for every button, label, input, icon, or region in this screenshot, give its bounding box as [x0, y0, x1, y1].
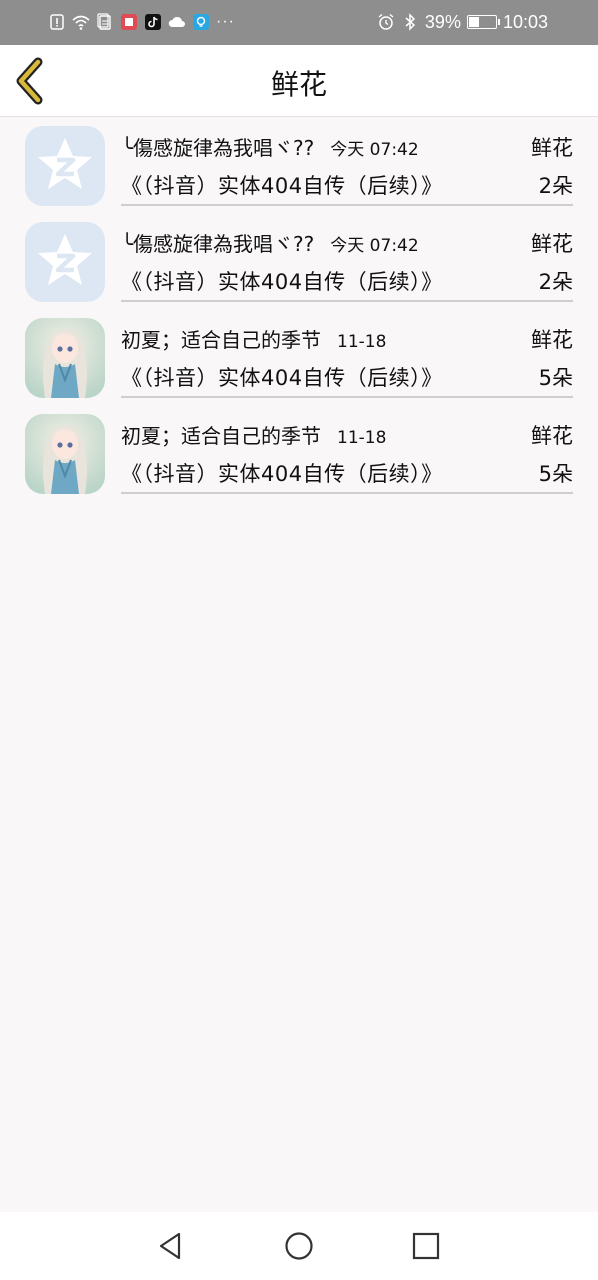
- work-title: 《（抖音）实体404自传（后续）》: [121, 462, 443, 486]
- record-time: 11-18: [337, 428, 387, 448]
- list-item[interactable]: 初夏；适合自己的季节 11-18 鲜花《（抖音）实体404自传（后续）》 5朵: [0, 406, 598, 502]
- app-header: 鲜花: [0, 45, 598, 117]
- sender-name: ╰傷感旋律為我唱ヾ??: [121, 232, 315, 256]
- alert-icon: [48, 13, 66, 31]
- record-header: ╰傷感旋律為我唱ヾ?? 今天 07:42 鲜花: [121, 132, 573, 162]
- record-header: 初夏；适合自己的季节 11-18 鲜花: [121, 420, 573, 450]
- document-icon: [96, 13, 114, 31]
- book-app-icon: [120, 13, 138, 31]
- sender-name: 初夏；适合自己的季节: [121, 328, 321, 352]
- list-item[interactable]: ╰傷感旋律為我唱ヾ?? 今天 07:42 鲜花《（抖音）实体404自传（后续）》 2朵: [0, 214, 598, 310]
- gift-count: 5朵: [538, 462, 573, 486]
- tiktok-icon: [144, 13, 162, 31]
- system-status: 39% 10:03: [377, 11, 548, 33]
- divider: [121, 204, 573, 206]
- gift-count: 5朵: [538, 366, 573, 390]
- circle-home-icon: [285, 1232, 313, 1260]
- work-title: 《（抖音）实体404自传（后续）》: [121, 174, 443, 198]
- battery-level: [468, 17, 480, 27]
- gift-count: 2朵: [538, 174, 573, 198]
- avatar[interactable]: [25, 318, 105, 398]
- nav-home-button[interactable]: [283, 1230, 315, 1262]
- gift-count: 2朵: [538, 270, 573, 294]
- record-detail: 《（抖音）实体404自传（后续）》 2朵: [121, 266, 573, 296]
- sender-name: ╰傷感旋律為我唱ヾ??: [121, 136, 315, 160]
- record-header: 初夏；适合自己的季节 11-18 鲜花: [121, 324, 573, 354]
- record-detail: 《（抖音）实体404自传（后续）》 5朵: [121, 458, 573, 488]
- gift-type: 鲜花: [531, 328, 573, 352]
- notification-icons: ···: [48, 12, 235, 32]
- lightbulb-app-icon: [192, 13, 210, 31]
- square-recents-icon: [412, 1232, 440, 1260]
- record-time: 11-18: [337, 332, 387, 352]
- more-notifications-icon: ···: [216, 13, 235, 30]
- record-detail: 《（抖音）实体404自传（后续）》 5朵: [121, 362, 573, 392]
- record-time: 今天 07:42: [330, 140, 419, 160]
- record-time: 今天 07:42: [330, 236, 419, 256]
- work-title: 《（抖音）实体404自传（后续）》: [121, 270, 443, 294]
- sender-name: 初夏；适合自己的季节: [121, 424, 321, 448]
- gift-type: 鲜花: [531, 424, 573, 448]
- nav-back-button[interactable]: [155, 1230, 187, 1262]
- battery-icon: [466, 15, 500, 29]
- page-title: 鲜花: [270, 68, 327, 101]
- divider: [121, 300, 573, 302]
- clock: 10:03: [502, 11, 548, 32]
- status-bar: ··· 39% 10:03: [0, 0, 598, 45]
- gift-type: 鲜花: [531, 232, 573, 256]
- divider: [121, 492, 573, 494]
- alarm-icon: [377, 13, 395, 31]
- cloud-icon: [168, 13, 186, 31]
- battery-percent: 39%: [424, 11, 461, 32]
- avatar[interactable]: [25, 222, 105, 302]
- list-item[interactable]: 初夏；适合自己的季节 11-18 鲜花《（抖音）实体404自传（后续）》 5朵: [0, 310, 598, 406]
- wifi-icon: [72, 13, 90, 31]
- divider: [121, 396, 573, 398]
- avatar[interactable]: [25, 414, 105, 494]
- triangle-back-icon: [159, 1232, 181, 1260]
- list-item[interactable]: ╰傷感旋律為我唱ヾ?? 今天 07:42 鲜花《（抖音）实体404自传（后续）》 2朵: [0, 118, 598, 214]
- work-title: 《（抖音）实体404自传（后续）》: [121, 366, 443, 390]
- record-detail: 《（抖音）实体404自传（后续）》 2朵: [121, 170, 573, 200]
- bluetooth-icon: [401, 13, 419, 31]
- avatar[interactable]: [25, 126, 105, 206]
- system-nav-bar: [0, 1212, 598, 1280]
- record-header: ╰傷感旋律為我唱ヾ?? 今天 07:42 鲜花: [121, 228, 573, 258]
- flower-records-list: ╰傷感旋律為我唱ヾ?? 今天 07:42 鲜花 《（抖音）实体404自传（后续）》 2朵…: [0, 118, 598, 502]
- gift-type: 鲜花: [531, 136, 573, 160]
- nav-recents-button[interactable]: [410, 1230, 442, 1262]
